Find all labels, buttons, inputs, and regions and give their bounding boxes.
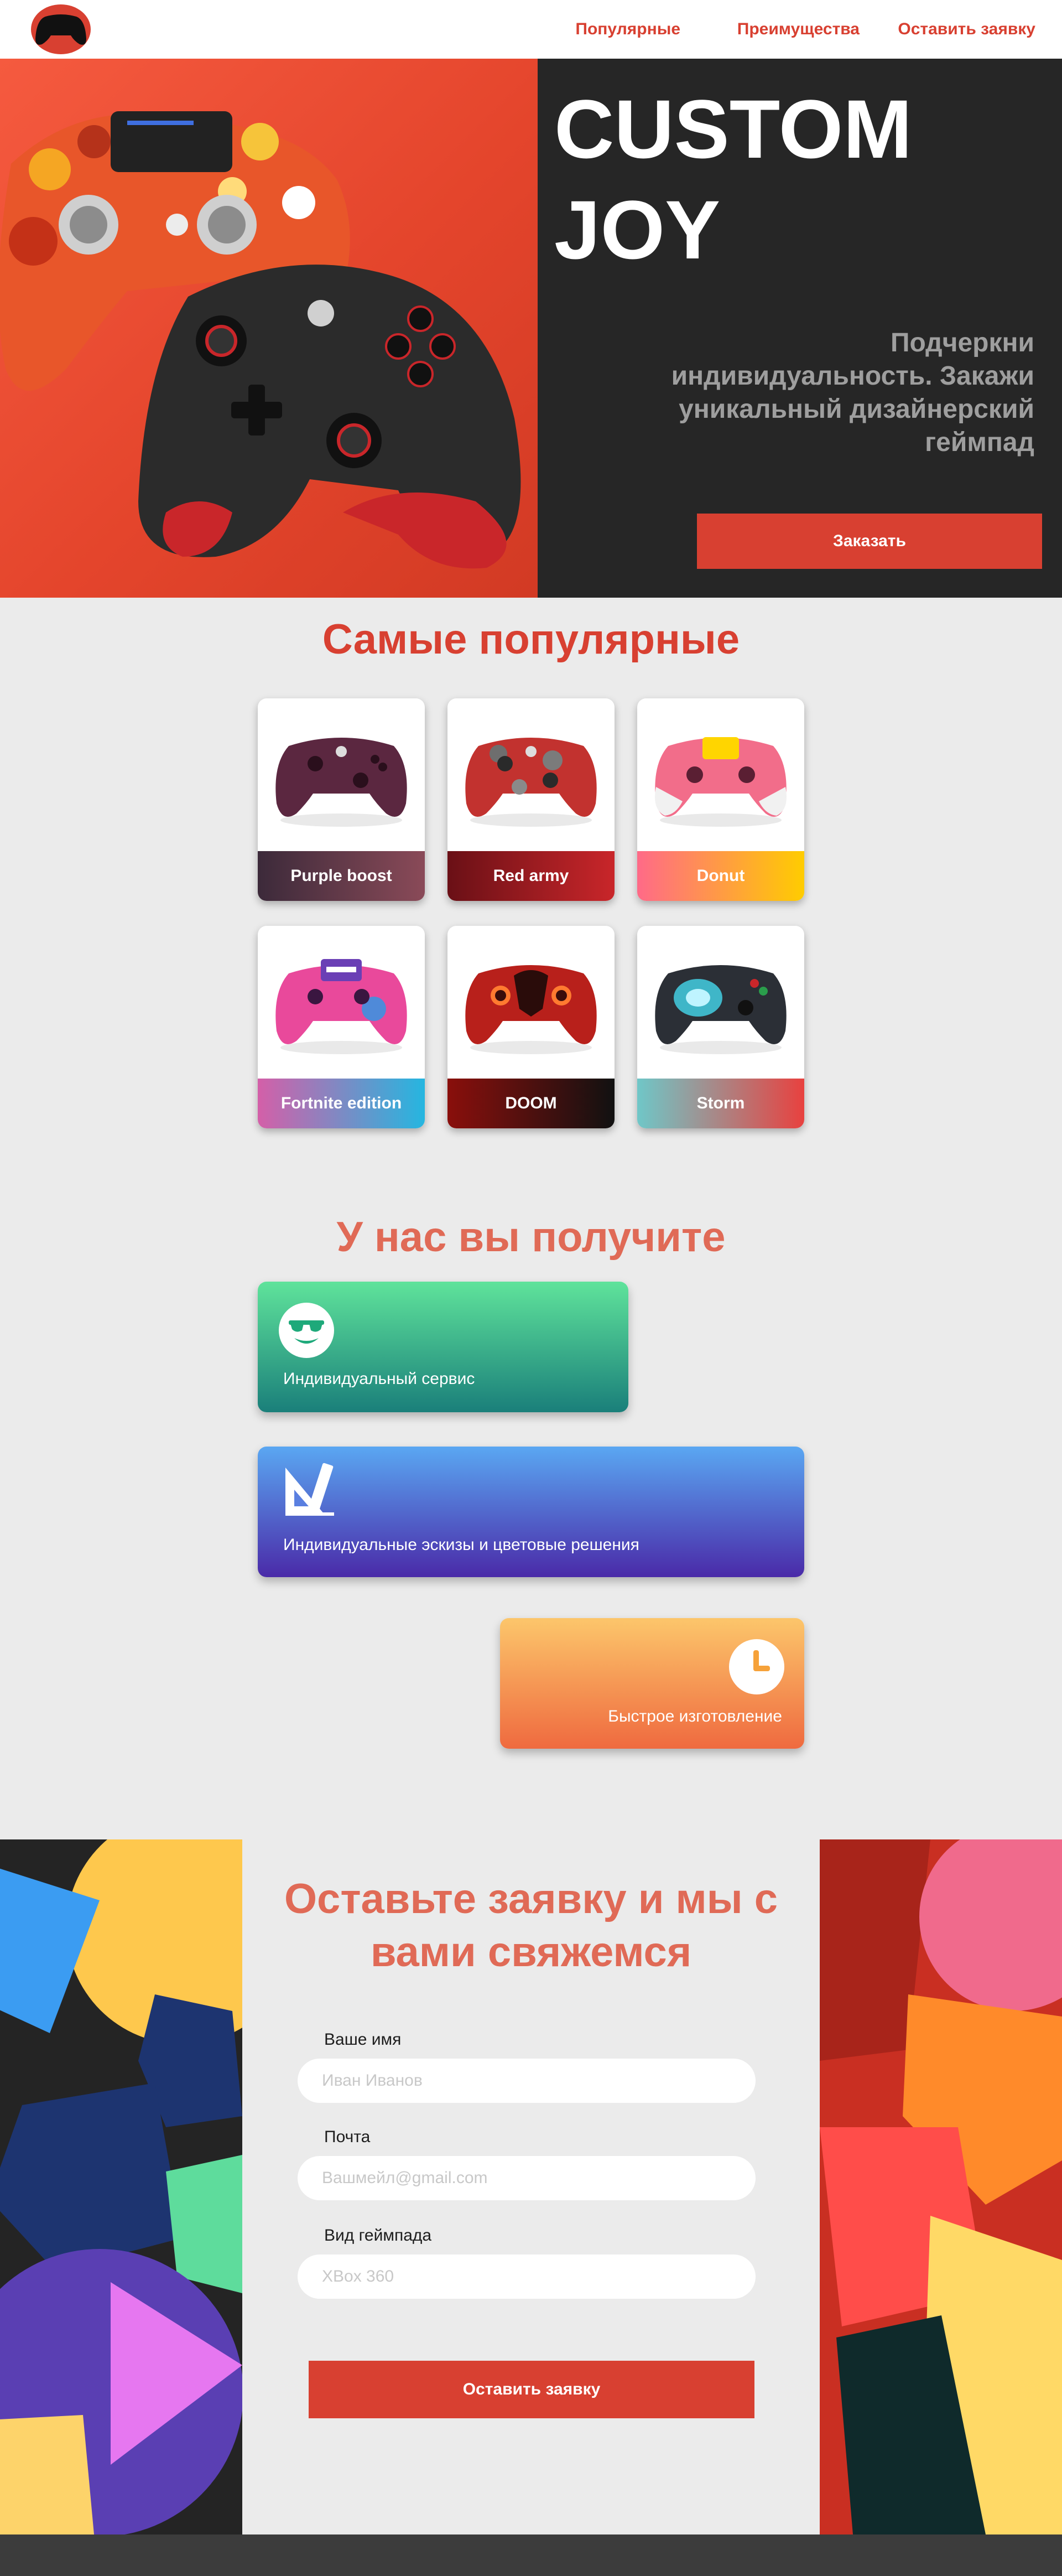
ruler-triangle-icon xyxy=(285,1463,334,1516)
product-card-doom[interactable]: DOOM xyxy=(447,926,615,1128)
submit-request-button[interactable]: Оставить заявку xyxy=(309,2361,754,2418)
gamepad-icon xyxy=(35,14,86,45)
gamepad-image xyxy=(275,738,407,827)
product-card-donut[interactable]: Donut xyxy=(637,698,804,901)
product-name: Red army xyxy=(447,851,615,901)
gamepad-image xyxy=(465,965,597,1054)
nav-link-request[interactable]: Оставить заявку xyxy=(898,17,1035,42)
benefit-text: Индивидуальные эскизы и цветовые решения xyxy=(283,1536,639,1554)
popular-title: Самые популярные xyxy=(322,616,740,663)
product-name: Donut xyxy=(637,851,804,901)
product-name: Storm xyxy=(637,1079,804,1128)
gamepad-type-label: Вид геймпада xyxy=(324,2226,432,2245)
footer xyxy=(0,2534,1062,2576)
product-name: Purple boost xyxy=(258,851,425,901)
benefit-card-sketches: Индивидуальные эскизы и цветовые решения xyxy=(258,1447,804,1577)
product-name: DOOM xyxy=(447,1079,615,1128)
smiley-sunglasses-icon xyxy=(279,1303,334,1358)
product-card-fortnite[interactable]: Fortnite edition xyxy=(258,926,425,1128)
request-section: Оставьте заявку и мы с вами свяжемся Ваш… xyxy=(0,1839,1062,2534)
hero-title: CUSTOM JOY xyxy=(554,82,913,276)
request-form-panel: Оставьте заявку и мы с вами свяжемся Ваш… xyxy=(242,1839,820,2534)
product-card-purple-boost[interactable]: Purple boost xyxy=(258,698,425,901)
gamepad-image xyxy=(655,965,787,1054)
nav-link-benefits[interactable]: Преимущества xyxy=(737,17,860,42)
name-input[interactable] xyxy=(298,2059,756,2103)
benefits-title: У нас вы получите xyxy=(336,1214,726,1261)
clock-icon xyxy=(729,1639,784,1694)
benefit-text: Индивидуальный сервис xyxy=(283,1370,475,1388)
logo[interactable] xyxy=(31,4,91,54)
name-label: Ваше имя xyxy=(324,2030,402,2049)
benefit-card-service: Индивидуальный сервис xyxy=(258,1282,628,1412)
email-label: Почта xyxy=(324,2128,371,2146)
form-title: Оставьте заявку и мы с вами свяжемся xyxy=(284,1875,778,1976)
product-name: Fortnite edition xyxy=(258,1079,425,1128)
gamepad-image xyxy=(465,738,597,827)
hero-content: CUSTOM JOY Подчеркни индивидуальность. З… xyxy=(538,59,1062,598)
benefit-card-fast: Быстрое изготовление xyxy=(500,1618,804,1749)
site-header: Популярные Преимущества Оставить заявку xyxy=(0,0,1062,59)
gamepad-type-input[interactable] xyxy=(298,2254,756,2299)
gamepad-image xyxy=(275,959,407,1054)
hero-subtitle: Подчеркни индивидуальность. Закажи уника… xyxy=(671,328,1034,457)
order-button[interactable]: Заказать xyxy=(697,514,1042,569)
hero-section: CUSTOM JOY Подчеркни индивидуальность. З… xyxy=(0,59,1062,598)
gamepad-image xyxy=(655,737,787,827)
decorative-shapes-left xyxy=(0,1839,242,2534)
nav-link-popular[interactable]: Популярные xyxy=(575,17,680,42)
decorative-shapes-right xyxy=(820,1839,1062,2534)
product-card-red-army[interactable]: Red army xyxy=(447,698,615,901)
product-card-storm[interactable]: Storm xyxy=(637,926,804,1128)
hero-image xyxy=(0,59,538,598)
benefit-text: Быстрое изготовление xyxy=(608,1707,782,1725)
email-input[interactable] xyxy=(298,2156,756,2200)
black-controller-illustration xyxy=(138,265,521,569)
